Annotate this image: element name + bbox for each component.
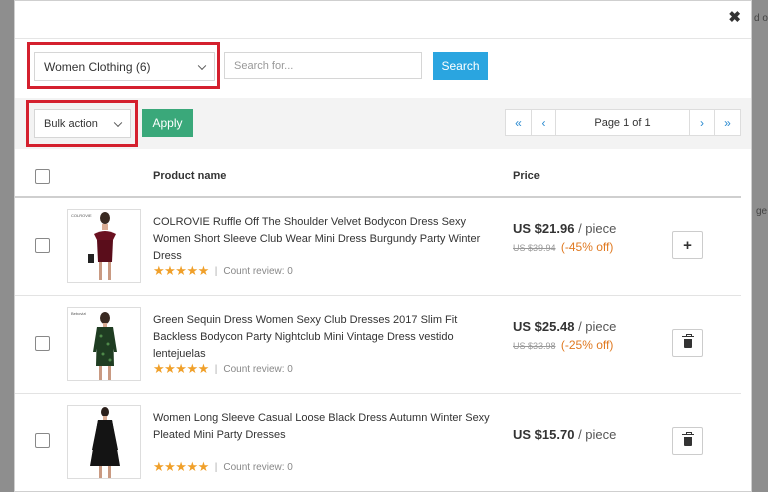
row-divider [15,295,741,296]
row-checkbox[interactable] [35,433,50,448]
product-picker-modal: ✖ Women Clothing (6) Search Bulk action … [14,0,752,492]
pager-first-button[interactable]: « [505,109,532,136]
row-divider [15,393,741,394]
apply-button[interactable]: Apply [142,109,193,137]
product-image [88,212,116,280]
price-unit: / piece [578,221,617,236]
review-count: Count review: 0 [223,363,293,375]
column-header-price: Price [513,170,540,182]
current-price: US $25.48 / piece [513,319,616,334]
product-rating: ★★★★★ | Count review: 0 [153,361,293,377]
plus-icon: + [683,236,692,254]
chevron-down-icon [197,61,207,70]
product-rating: ★★★★★ | Count review: 0 [153,263,293,279]
product-name[interactable]: Women Long Sleeve Casual Loose Black Dre… [153,410,493,444]
old-price-value: US $39.94 [513,243,556,253]
current-price: US $15.70 / piece [513,427,616,442]
search-button[interactable]: Search [433,52,488,80]
page-backdrop-left [0,0,14,492]
product-name[interactable]: Green Sequin Dress Women Sexy Club Dress… [153,312,493,363]
discount-badge: (-45% off) [560,240,614,254]
row-checkbox[interactable] [35,336,50,351]
pager-next-button[interactable]: › [689,109,715,136]
product-thumbnail: Bebovizi [67,307,141,381]
product-thumbnail [67,405,141,479]
review-count: Count review: 0 [223,265,293,277]
rating-separator: | [214,265,218,277]
rating-separator: | [214,363,218,375]
product-image [90,407,120,478]
pager-prev-button[interactable]: ‹ [531,109,556,136]
close-icon[interactable]: ✖ [728,10,741,26]
backdrop-text-fragment: d o [754,13,768,24]
remove-product-button[interactable] [672,329,703,357]
review-count: Count review: 0 [223,461,293,473]
add-product-button[interactable]: + [672,231,703,259]
category-select-value: Women Clothing (6) [44,59,151,74]
price-unit: / piece [578,319,617,334]
rating-stars: ★★★★★ [153,361,209,376]
current-price: US $21.96 / piece [513,221,616,236]
original-price: US $39.94 (-45% off) [513,240,613,254]
bulk-action-select[interactable]: Bulk action [34,109,131,138]
row-checkbox[interactable] [35,238,50,253]
product-image [93,312,117,380]
chevron-down-icon [113,118,123,127]
backdrop-text-fragment: ge [756,206,768,217]
price-value: US $25.48 [513,319,575,334]
header-divider [15,38,751,39]
pager-last-button[interactable]: » [714,109,741,136]
remove-product-button[interactable] [672,427,703,455]
old-price-value: US $33.98 [513,341,556,351]
pager-page-label: Page 1 of 1 [555,109,690,136]
rating-stars: ★★★★★ [153,459,209,474]
trash-icon [681,431,694,446]
price-value: US $21.96 [513,221,575,236]
rating-separator: | [214,461,218,473]
column-header-product-name: Product name [153,170,227,182]
bulk-action-select-value: Bulk action [44,117,98,130]
price-unit: / piece [578,427,617,442]
price-value: US $15.70 [513,427,575,442]
select-all-checkbox[interactable] [35,169,50,184]
product-rating: ★★★★★ | Count review: 0 [153,459,293,475]
product-thumbnail: COLROVIE [67,209,141,283]
search-input[interactable] [224,52,422,79]
original-price: US $33.98 (-25% off) [513,338,613,352]
trash-icon [681,333,694,348]
page-backdrop-right: d o ge [752,0,768,492]
category-select[interactable]: Women Clothing (6) [34,52,215,81]
rating-stars: ★★★★★ [153,263,209,278]
product-name[interactable]: COLROVIE Ruffle Off The Shoulder Velvet … [153,214,493,265]
table-header-divider [15,196,741,198]
discount-badge: (-25% off) [560,338,614,352]
